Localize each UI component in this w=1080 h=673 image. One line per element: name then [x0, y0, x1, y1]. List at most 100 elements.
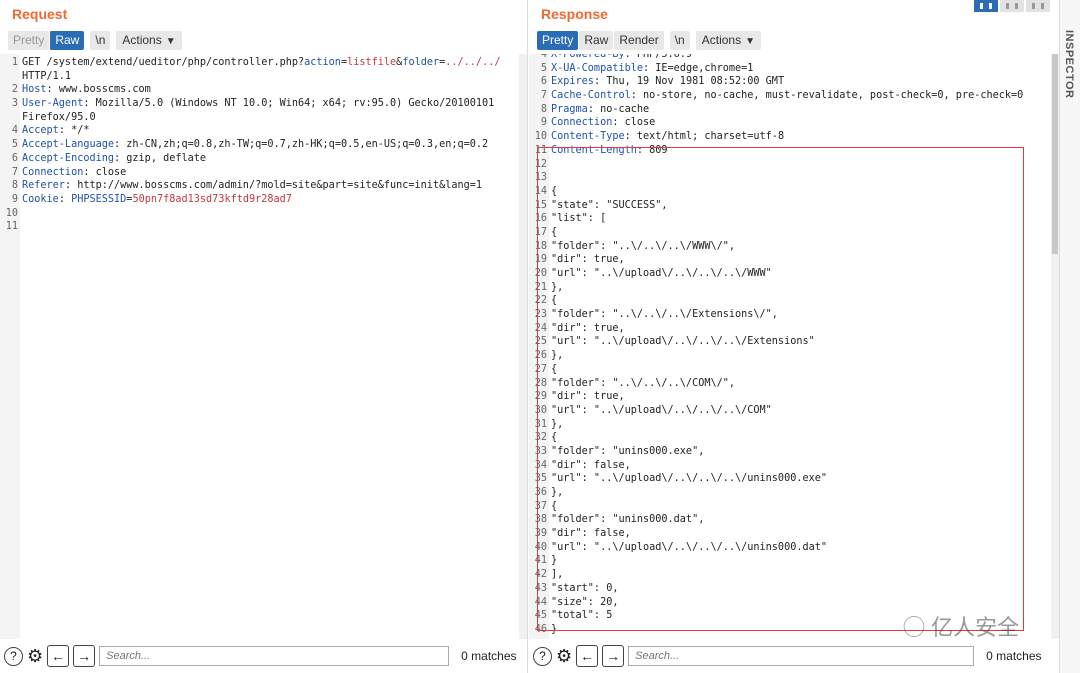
- request-tab-pretty[interactable]: Pretty: [8, 31, 50, 50]
- response-line: 35 "url": "..\/upload\/..\/..\/..\/unins0…: [529, 472, 1051, 486]
- code-token: folder: [402, 57, 440, 68]
- line-text: Accept: */*: [22, 124, 519, 138]
- code-token: "folder": "..\/..\/..\/COM\/",: [551, 377, 736, 389]
- request-line: 2 Host: www.bosscms.com: [0, 83, 519, 97]
- request-line: 8 Referer: http://www.bosscms.com/admin/?…: [0, 179, 519, 193]
- line-text: {: [551, 226, 1051, 240]
- code-token: : Thu, 19 Nov 1981 08:52:00 GMT: [593, 76, 785, 88]
- line-text: "list": [: [551, 212, 1051, 226]
- response-line: 29 "dir": true,: [529, 390, 1051, 404]
- response-tab-pretty[interactable]: Pretty: [537, 31, 579, 50]
- arrow-left-icon[interactable]: ←: [576, 645, 599, 667]
- arrow-left-icon[interactable]: ←: [47, 645, 70, 667]
- line-number: 44: [534, 596, 547, 608]
- code-token: : text/html; charset=utf-8: [624, 131, 785, 143]
- code-token: User-Agent: [22, 98, 84, 110]
- line-text: HTTP/1.1: [22, 70, 519, 84]
- layout-tabs-icon[interactable]: [1026, 0, 1050, 12]
- request-tab-newline[interactable]: \n: [90, 31, 111, 50]
- response-line: 40 "url": "..\/upload\/..\/..\/..\/unins0…: [529, 541, 1051, 555]
- line-number: 16: [534, 213, 547, 225]
- code-token: {: [551, 295, 558, 307]
- line-number: 10: [5, 207, 18, 219]
- code-token: "folder": "..\/..\/..\/WWW\/",: [551, 240, 736, 252]
- line-text: Pragma: no-cache: [551, 103, 1051, 117]
- code-token: : gzip, deflate: [114, 152, 207, 164]
- code-token: Firefox/95.0: [22, 111, 96, 123]
- line-text: [22, 220, 519, 234]
- help-icon[interactable]: ?: [533, 646, 552, 666]
- response-tab-render[interactable]: Render: [613, 31, 664, 50]
- response-line: 8 Pragma: no-cache: [529, 103, 1051, 117]
- line-text: Referer: http://www.bosscms.com/admin/?m…: [22, 179, 519, 193]
- code-token: "folder": "unins000.dat",: [551, 514, 705, 526]
- request-scrollbar[interactable]: [519, 54, 527, 639]
- response-scroll-thumb[interactable]: [1052, 54, 1058, 254]
- response-line: 6 Expires: Thu, 19 Nov 1981 08:52:00 GMT: [529, 75, 1051, 89]
- request-line: 11: [0, 220, 519, 234]
- code-token: : http://www.bosscms.com/admin/?mold=sit…: [64, 180, 483, 192]
- line-number: 29: [534, 391, 547, 403]
- line-text: "state": "SUCCESS",: [551, 199, 1051, 213]
- code-token: ],: [551, 569, 564, 581]
- request-view-tabs: Pretty Raw \n Actions ▼: [8, 31, 182, 50]
- line-number: 46: [534, 623, 547, 635]
- code-token: "dir": true,: [551, 391, 625, 403]
- line-text: "dir": true,: [551, 322, 1051, 336]
- arrow-right-icon[interactable]: →: [602, 645, 625, 667]
- request-editor[interactable]: 1 GET /system/extend/ueditor/php/controll…: [0, 54, 519, 639]
- response-tab-newline[interactable]: \n: [669, 31, 690, 50]
- response-line: 5 X-UA-Compatible: IE=edge,chrome=1: [529, 62, 1051, 76]
- code-token: "list": [: [551, 213, 607, 225]
- code-token: "state": "SUCCESS",: [551, 199, 668, 211]
- layout-toggle: [974, 0, 1050, 12]
- code-token: "size": 20,: [551, 596, 619, 608]
- arrow-right-icon[interactable]: →: [73, 645, 96, 667]
- response-line: 30 "url": "..\/upload\/..\/..\/..\/COM": [529, 404, 1051, 418]
- code-token: X-Powered-By: [551, 54, 625, 60]
- code-token: "url": "..\/upload\/..\/..\/..\/unins000…: [551, 473, 828, 485]
- line-number: 28: [534, 377, 547, 389]
- code-token: },: [551, 350, 564, 362]
- line-number: 10: [534, 131, 547, 143]
- help-icon[interactable]: ?: [4, 646, 23, 666]
- line-number: 26: [534, 350, 547, 362]
- code-token: X-UA-Compatible: [551, 62, 644, 74]
- request-actions-button[interactable]: Actions ▼: [116, 31, 182, 50]
- line-number: 34: [534, 459, 547, 471]
- watermark-text: 亿人安全: [931, 615, 1020, 640]
- response-actions-button[interactable]: Actions ▼: [695, 31, 761, 50]
- line-number: 25: [534, 336, 547, 348]
- response-search-input[interactable]: [628, 646, 975, 666]
- inspector-sidebar[interactable]: INSPECTOR: [1059, 0, 1080, 673]
- request-search-input[interactable]: [99, 646, 450, 666]
- line-number: 36: [534, 487, 547, 498]
- line-number: 21: [534, 281, 547, 293]
- line-text: "url": "..\/upload\/..\/..\/..\/Extensio…: [551, 335, 1051, 349]
- line-text: "url": "..\/upload\/..\/..\/..\/unins000…: [551, 472, 1051, 486]
- line-text: X-Powered-By: PHP/5.6.9: [551, 54, 1051, 62]
- request-tab-raw[interactable]: Raw: [49, 31, 85, 50]
- line-text: Content-Type: text/html; charset=utf-8: [551, 130, 1051, 144]
- layout-stacked-icon[interactable]: [1000, 0, 1024, 12]
- code-token: "total": 5: [551, 610, 613, 622]
- code-token: }: [551, 555, 558, 567]
- gear-icon[interactable]: ⚙: [27, 647, 43, 665]
- response-line: 24 "dir": true,: [529, 322, 1051, 336]
- line-number: 42: [534, 569, 547, 581]
- response-tab-raw[interactable]: Raw: [578, 31, 614, 50]
- layout-side-by-side-icon[interactable]: [974, 0, 998, 12]
- response-line: 27 {: [529, 363, 1051, 377]
- response-scrollbar[interactable]: [1051, 54, 1059, 639]
- response-editor[interactable]: 4 X-Powered-By: PHP/5.6.9 5 X-UA-Compatible…: [529, 54, 1051, 639]
- code-token: : close: [612, 117, 656, 129]
- line-number: 35: [534, 473, 547, 485]
- line-text: "folder": "unins000.exe",: [551, 445, 1051, 459]
- code-token: Host: [22, 84, 47, 96]
- code-token: "url": "..\/upload\/..\/..\/..\/unins000…: [551, 541, 828, 553]
- line-text: "dir": true,: [551, 390, 1051, 404]
- line-number: 40: [534, 541, 547, 553]
- gear-icon[interactable]: ⚙: [556, 647, 572, 665]
- response-line: 19 "dir": true,: [529, 253, 1051, 267]
- request-line: Firefox/95.0: [0, 111, 519, 125]
